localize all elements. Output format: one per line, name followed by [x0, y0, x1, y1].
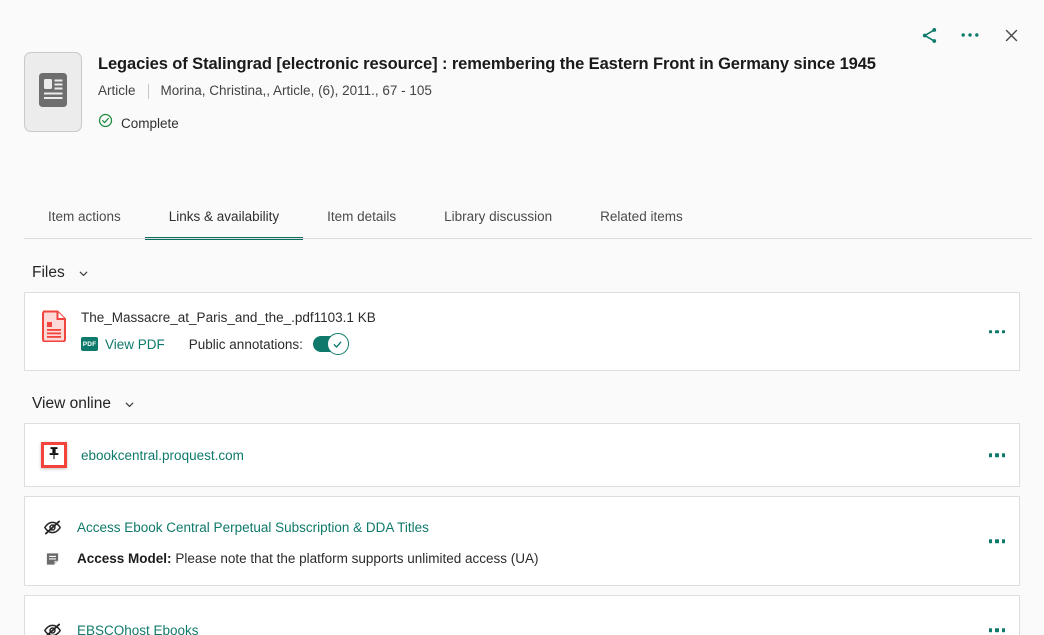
eye-slash-icon	[41, 518, 63, 537]
tab-library-discussion[interactable]: Library discussion	[420, 209, 576, 239]
chevron-down-icon[interactable]	[77, 267, 90, 280]
public-annotations-label: Public annotations:	[189, 337, 303, 352]
eye-slash-icon	[41, 621, 63, 635]
online-link-1[interactable]: ebookcentral.proquest.com	[81, 448, 244, 463]
online-item-card: ebookcentral.proquest.com	[24, 423, 1020, 487]
meta-divider	[148, 84, 149, 99]
view-online-section-title: View online	[32, 395, 111, 413]
access-model-label: Access Model:	[77, 551, 172, 566]
record-meta: Article Morina, Christina,, Article, (6)…	[98, 83, 876, 99]
citation-text: Morina, Christina,, Article, (6), 2011.,…	[161, 83, 432, 99]
online-item-card: EBSCOhost Ebooks	[24, 595, 1020, 635]
access-model-note: Access Model: Please note that the platf…	[41, 550, 1003, 567]
view-online-section-header: View online	[32, 395, 1020, 413]
public-annotations-control: Public annotations:	[189, 336, 346, 352]
status-badge: Complete	[98, 113, 876, 133]
online-link-3[interactable]: EBSCOhost Ebooks	[77, 623, 199, 635]
window-controls	[918, 24, 1022, 46]
file-card: The_Massacre_at_Paris_and_the_.pdf1103.1…	[24, 292, 1020, 371]
page-title: Legacies of Stalingrad [electronic resou…	[98, 54, 876, 74]
record-header: Legacies of Stalingrad [electronic resou…	[0, 52, 1044, 133]
view-pdf-label: View PDF	[105, 337, 165, 352]
chevron-down-icon[interactable]	[123, 398, 136, 411]
online-item-3-kebab-menu-icon[interactable]	[989, 628, 1006, 632]
tab-divider	[24, 238, 1032, 239]
tab-links-availability[interactable]: Links & availability	[145, 209, 303, 239]
share-icon[interactable]	[918, 24, 940, 46]
tab-bar: Item actions Links & availability Item d…	[0, 193, 1044, 239]
tab-related-items[interactable]: Related items	[576, 209, 707, 239]
record-detail-page: Legacies of Stalingrad [electronic resou…	[0, 0, 1044, 635]
file-size-text: 1103.1 KB	[314, 310, 376, 325]
status-label: Complete	[121, 116, 179, 131]
access-model-value: Please note that the platform supports u…	[175, 551, 538, 566]
view-pdf-button[interactable]: PDF View PDF	[81, 337, 165, 352]
online-item-1-kebab-menu-icon[interactable]	[989, 453, 1006, 457]
files-section-header: Files	[32, 264, 1020, 282]
check-circle-icon	[98, 113, 113, 133]
tab-item-details[interactable]: Item details	[303, 209, 420, 239]
pdf-file-icon	[41, 309, 67, 347]
online-item-card: Access Ebook Central Perpetual Subscript…	[24, 496, 1020, 586]
close-icon[interactable]	[1000, 24, 1022, 46]
article-icon	[37, 70, 69, 115]
more-options-icon[interactable]	[959, 24, 981, 46]
files-section-title: Files	[32, 264, 65, 282]
online-link-2[interactable]: Access Ebook Central Perpetual Subscript…	[77, 520, 429, 535]
pin-icon	[47, 445, 61, 466]
file-name-label: The_Massacre_at_Paris_and_the_.pdf1103.1…	[81, 310, 376, 326]
file-name-text: The_Massacre_at_Paris_and_the_.pdf	[81, 310, 314, 325]
public-annotations-toggle[interactable]	[313, 336, 346, 352]
pdf-badge-icon: PDF	[81, 337, 98, 351]
online-item-2-kebab-menu-icon[interactable]	[989, 539, 1006, 543]
pin-icon-highlight[interactable]	[41, 442, 67, 468]
file-kebab-menu-icon[interactable]	[989, 330, 1006, 334]
toggle-knob	[327, 333, 349, 355]
resource-type: Article	[98, 83, 136, 99]
note-icon	[41, 550, 63, 567]
links-availability-panel: Files The_Massacre_at_	[0, 240, 1044, 635]
access-model-text: Access Model: Please note that the platf…	[77, 550, 539, 567]
record-thumbnail	[24, 52, 82, 132]
tab-item-actions[interactable]: Item actions	[24, 209, 145, 239]
